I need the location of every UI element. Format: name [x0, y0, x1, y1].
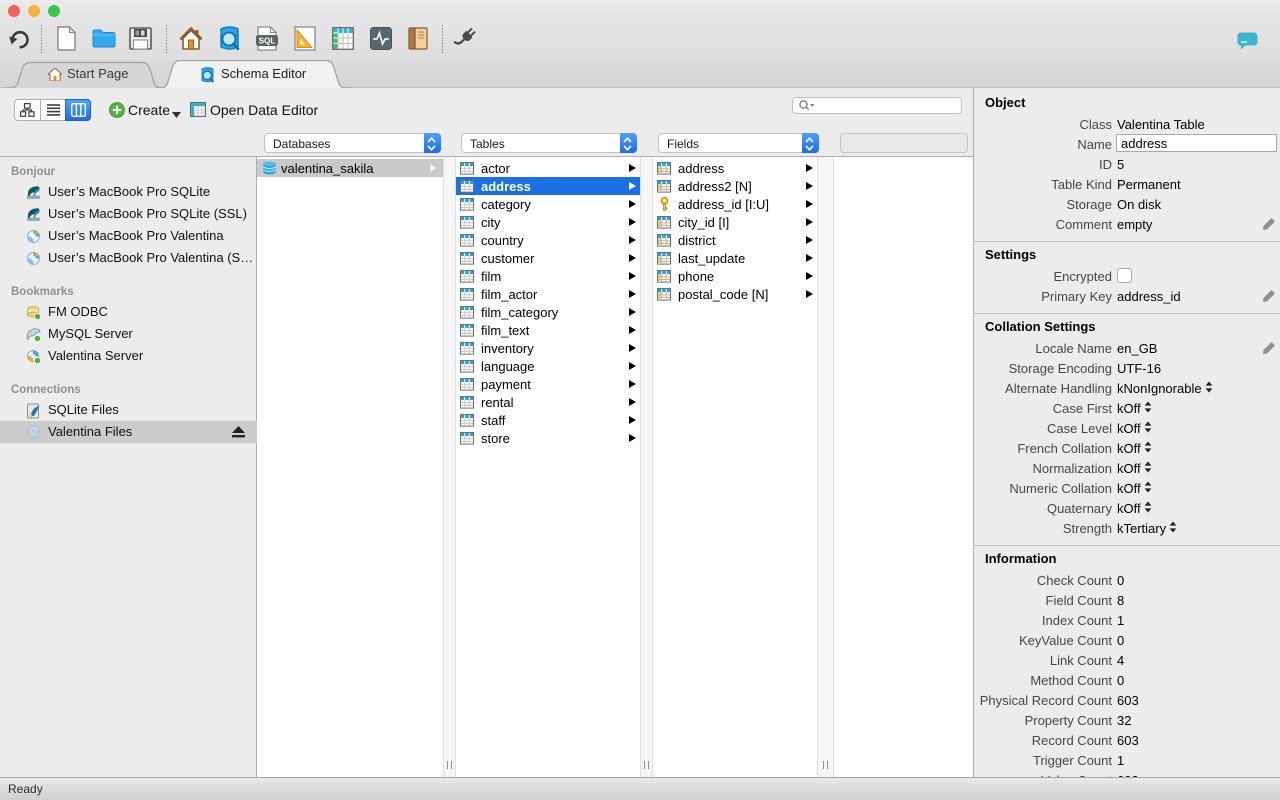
svg-text:SQL: SQL — [259, 37, 276, 46]
